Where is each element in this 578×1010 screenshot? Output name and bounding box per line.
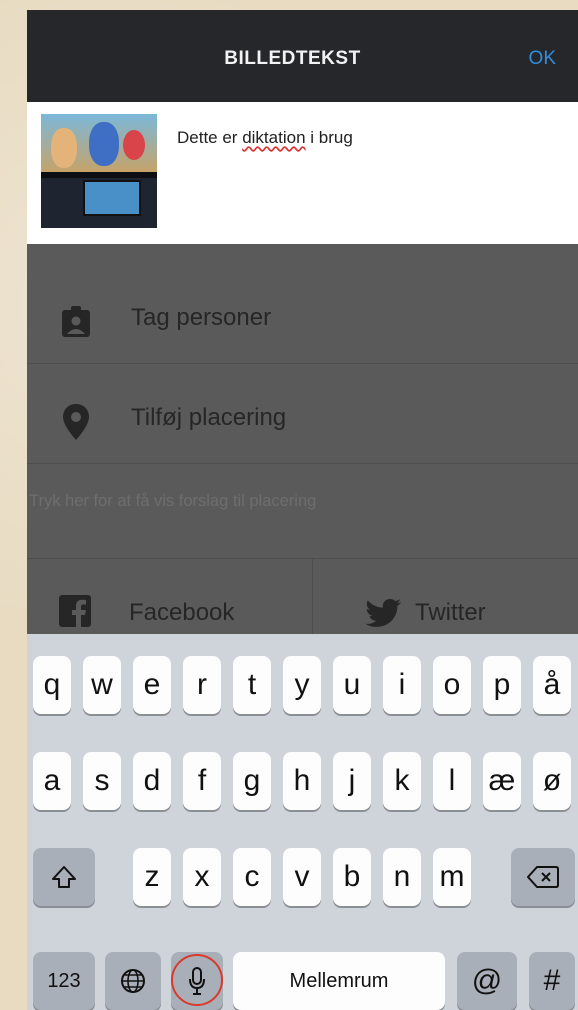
share-facebook[interactable]: Facebook	[27, 559, 313, 645]
hash-key[interactable]: #	[529, 952, 575, 1010]
share-row: Facebook Twitter	[27, 558, 578, 645]
key-aa[interactable]: å	[533, 656, 571, 714]
caption-input[interactable]: Dette er diktation i brug	[177, 128, 353, 148]
location-pin-icon	[63, 404, 89, 440]
share-twitter[interactable]: Twitter	[313, 559, 578, 645]
key-y[interactable]: y	[283, 656, 321, 714]
caption-row: Dette er diktation i brug	[27, 102, 578, 244]
key-z[interactable]: z	[133, 848, 171, 906]
key-r[interactable]: r	[183, 656, 221, 714]
caption-text-before: Dette er	[177, 128, 243, 147]
key-t[interactable]: t	[233, 656, 271, 714]
page-title: BILLEDTEKST	[224, 48, 361, 69]
at-key[interactable]: @	[457, 952, 517, 1010]
key-l[interactable]: l	[433, 752, 471, 810]
key-oe[interactable]: ø	[533, 752, 571, 810]
nav-bar: BILLEDTEKST OK	[27, 10, 578, 102]
facebook-label: Facebook	[129, 599, 235, 626]
key-v[interactable]: v	[283, 848, 321, 906]
key-m[interactable]: m	[433, 848, 471, 906]
key-e[interactable]: e	[133, 656, 171, 714]
shift-key[interactable]	[33, 848, 95, 906]
shift-arrow-icon	[52, 866, 76, 888]
backspace-icon	[527, 866, 559, 888]
misspelled-word[interactable]: diktation	[242, 128, 305, 147]
key-k[interactable]: k	[383, 752, 421, 810]
globe-key[interactable]	[105, 952, 161, 1010]
key-d[interactable]: d	[133, 752, 171, 810]
key-q[interactable]: q	[33, 656, 71, 714]
numbers-key[interactable]: 123	[33, 952, 95, 1010]
twitter-icon	[365, 599, 401, 627]
on-screen-keyboard: q w e r t y u i o p å a s d f g h j k l …	[27, 634, 578, 1010]
globe-icon	[121, 969, 145, 993]
key-i[interactable]: i	[383, 656, 421, 714]
key-h[interactable]: h	[283, 752, 321, 810]
dictation-highlight-circle	[171, 954, 223, 1006]
space-key[interactable]: Mellemrum	[233, 952, 445, 1010]
backspace-key[interactable]	[511, 848, 575, 906]
facebook-icon	[59, 595, 91, 627]
tag-people-label: Tag personer	[131, 304, 272, 331]
key-p[interactable]: p	[483, 656, 521, 714]
key-u[interactable]: u	[333, 656, 371, 714]
key-c[interactable]: c	[233, 848, 271, 906]
key-w[interactable]: w	[83, 656, 121, 714]
key-j[interactable]: j	[333, 752, 371, 810]
key-f[interactable]: f	[183, 752, 221, 810]
key-s[interactable]: s	[83, 752, 121, 810]
photo-thumbnail	[41, 114, 157, 228]
key-a[interactable]: a	[33, 752, 71, 810]
tag-people-row[interactable]: Tag personer	[27, 274, 578, 364]
key-ae[interactable]: æ	[483, 752, 521, 810]
add-location-row[interactable]: Tilføj placering	[27, 364, 578, 464]
key-b[interactable]: b	[333, 848, 371, 906]
tag-person-icon	[62, 306, 90, 337]
key-o[interactable]: o	[433, 656, 471, 714]
ok-button[interactable]: OK	[529, 48, 556, 70]
key-g[interactable]: g	[233, 752, 271, 810]
phone-screen: BILLEDTEKST OK Dette er diktation i brug…	[27, 10, 578, 1010]
location-suggestion-hint[interactable]: Tryk her for at få vis forslag til place…	[29, 492, 316, 511]
key-x[interactable]: x	[183, 848, 221, 906]
add-location-label: Tilføj placering	[131, 404, 287, 431]
caption-text-after: i brug	[305, 128, 353, 147]
key-n[interactable]: n	[383, 848, 421, 906]
twitter-label: Twitter	[415, 599, 486, 626]
